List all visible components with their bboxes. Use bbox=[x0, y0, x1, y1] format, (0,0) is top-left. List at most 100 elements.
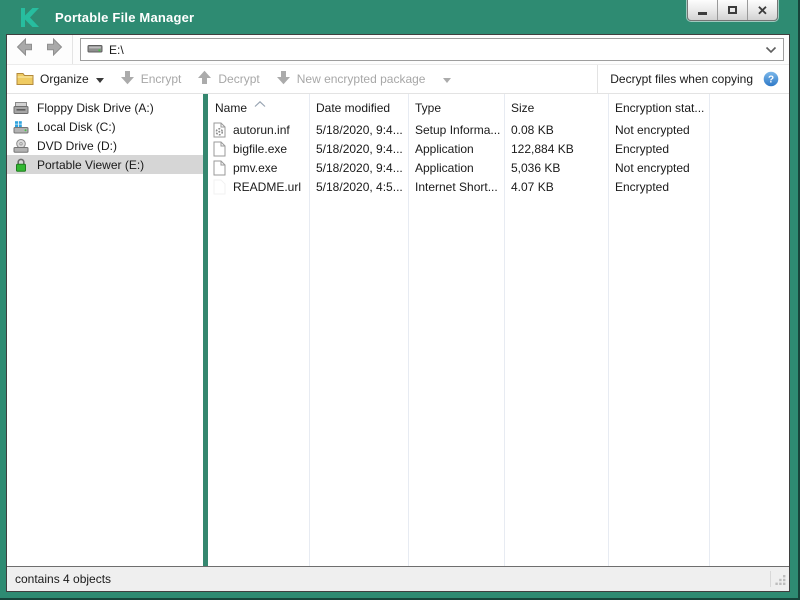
organize-button[interactable]: Organize bbox=[7, 65, 112, 93]
file-row[interactable]: README.url 5/18/2020, 4:5... Internet Sh… bbox=[208, 177, 789, 196]
file-icon bbox=[212, 160, 227, 176]
column-separator[interactable] bbox=[709, 94, 710, 566]
status-text: contains 4 objects bbox=[15, 572, 112, 586]
file-name: pmv.exe bbox=[233, 160, 278, 175]
column-header-date-modified[interactable]: Date modified bbox=[309, 101, 408, 120]
file-date: 5/18/2020, 9:4... bbox=[316, 160, 403, 175]
arrow-down-icon bbox=[276, 70, 291, 88]
file-row[interactable]: bigfile.exe 5/18/2020, 9:4... Applicatio… bbox=[208, 139, 789, 158]
file-date: 5/18/2020, 9:4... bbox=[316, 141, 403, 156]
address-input[interactable]: E:\ bbox=[109, 43, 765, 57]
sidebar-item-label: Portable Viewer (E:) bbox=[37, 157, 145, 172]
decrypt-button[interactable]: Decrypt bbox=[189, 65, 267, 93]
new-package-dropdown-caret-icon bbox=[443, 72, 452, 86]
file-encryption-status: Not encrypted bbox=[615, 122, 690, 137]
file-name: README.url bbox=[233, 179, 302, 194]
resize-grip[interactable] bbox=[775, 574, 787, 589]
dvd-drive-icon bbox=[13, 138, 29, 154]
column-header-encryption-status[interactable]: Encryption stat... bbox=[608, 101, 709, 120]
file-size: 0.08 KB bbox=[511, 122, 554, 137]
file-date: 5/18/2020, 4:5... bbox=[316, 179, 403, 194]
decrypt-when-copying-label: Decrypt files when copying bbox=[610, 72, 753, 86]
sidebar-item-label: Floppy Disk Drive (A:) bbox=[37, 100, 154, 115]
file-type: Setup Informa... bbox=[415, 122, 501, 137]
file-name: bigfile.exe bbox=[233, 141, 288, 156]
file-list-panel: Name Date modified Type Size Encryption … bbox=[208, 94, 789, 566]
arrow-down-icon bbox=[120, 70, 135, 88]
file-type: Application bbox=[415, 160, 474, 175]
close-icon: ✕ bbox=[757, 2, 768, 18]
hard-disk-icon bbox=[13, 119, 29, 135]
sort-ascending-icon bbox=[254, 96, 266, 110]
organize-dropdown-caret-icon bbox=[95, 72, 104, 86]
file-encryption-status: Not encrypted bbox=[615, 160, 690, 175]
file-size: 122,884 KB bbox=[511, 141, 574, 156]
file-encryption-status: Encrypted bbox=[615, 141, 670, 156]
decrypt-label: Decrypt bbox=[218, 72, 260, 86]
sidebar-item-floppy-a[interactable]: Floppy Disk Drive (A:) bbox=[7, 98, 203, 117]
minimize-button[interactable] bbox=[688, 0, 717, 20]
encrypt-label: Encrypt bbox=[140, 72, 182, 86]
column-header-type[interactable]: Type bbox=[408, 101, 504, 120]
floppy-drive-icon bbox=[13, 100, 29, 116]
titlebar[interactable]: Portable File Manager ✕ bbox=[0, 0, 800, 34]
file-list-header: Name Date modified Type Size Encryption … bbox=[208, 94, 789, 120]
main-area: Floppy Disk Drive (A:) Local Disk (C:) D… bbox=[7, 94, 789, 567]
file-row[interactable]: autorun.inf 5/18/2020, 9:4... Setup Info… bbox=[208, 120, 789, 139]
arrow-up-icon bbox=[197, 70, 212, 88]
column-separator[interactable] bbox=[504, 94, 505, 566]
status-separator bbox=[770, 571, 771, 587]
close-button[interactable]: ✕ bbox=[747, 0, 777, 20]
file-size: 5,036 KB bbox=[511, 160, 561, 175]
setup-file-icon bbox=[212, 122, 227, 138]
column-separator[interactable] bbox=[408, 94, 409, 566]
new-encrypted-package-button[interactable]: New encrypted package bbox=[268, 65, 460, 93]
svg-text:?: ? bbox=[768, 75, 774, 86]
window-content: E:\ Organize Encrypt Decrypt New encrypt… bbox=[6, 34, 790, 592]
window-controls: ✕ bbox=[687, 0, 778, 21]
drive-icon bbox=[87, 41, 103, 59]
maximize-icon bbox=[728, 6, 737, 14]
folder-icon bbox=[16, 71, 34, 88]
address-bar[interactable]: E:\ bbox=[80, 38, 784, 61]
toolbar: Organize Encrypt Decrypt New encrypted p… bbox=[7, 65, 789, 94]
maximize-button[interactable] bbox=[717, 0, 747, 20]
sidebar-item-dvd-d[interactable]: DVD Drive (D:) bbox=[7, 136, 203, 155]
drive-sidebar: Floppy Disk Drive (A:) Local Disk (C:) D… bbox=[7, 94, 203, 566]
toolbar-right: Decrypt files when copying ? bbox=[597, 65, 789, 93]
file-icon bbox=[212, 141, 227, 157]
sidebar-item-label: DVD Drive (D:) bbox=[37, 138, 117, 153]
new-encrypted-package-label: New encrypted package bbox=[296, 72, 426, 86]
column-header-size[interactable]: Size bbox=[504, 101, 608, 120]
window-title: Portable File Manager bbox=[55, 9, 195, 25]
sidebar-item-portable-e[interactable]: Portable Viewer (E:) bbox=[7, 155, 203, 174]
navigation-bar: E:\ bbox=[7, 35, 789, 65]
sidebar-item-local-c[interactable]: Local Disk (C:) bbox=[7, 117, 203, 136]
url-file-icon bbox=[212, 179, 227, 195]
nav-separator bbox=[72, 35, 73, 64]
sidebar-item-label: Local Disk (C:) bbox=[37, 119, 116, 134]
forward-button[interactable] bbox=[43, 37, 63, 61]
kaspersky-logo-icon bbox=[20, 7, 41, 27]
toolbar-separator bbox=[597, 65, 599, 93]
file-encryption-status: Encrypted bbox=[615, 179, 670, 194]
lock-icon bbox=[13, 157, 29, 173]
file-type: Application bbox=[415, 141, 474, 156]
file-date: 5/18/2020, 9:4... bbox=[316, 122, 403, 137]
file-row[interactable]: pmv.exe 5/18/2020, 9:4... Application 5,… bbox=[208, 158, 789, 177]
status-bar: contains 4 objects bbox=[7, 567, 789, 591]
file-name: autorun.inf bbox=[233, 122, 290, 137]
column-separator[interactable] bbox=[608, 94, 609, 566]
encrypt-button[interactable]: Encrypt bbox=[112, 65, 190, 93]
nav-buttons bbox=[7, 37, 72, 61]
organize-label: Organize bbox=[40, 72, 89, 86]
file-size: 4.07 KB bbox=[511, 179, 554, 194]
column-header-filler bbox=[709, 115, 789, 120]
column-separator[interactable] bbox=[309, 94, 310, 566]
help-button[interactable]: ? bbox=[763, 71, 779, 87]
app-window: Portable File Manager ✕ E:\ Organize Enc… bbox=[0, 0, 800, 600]
file-type: Internet Short... bbox=[415, 179, 498, 194]
back-button[interactable] bbox=[16, 37, 36, 61]
minimize-icon bbox=[698, 11, 707, 15]
address-dropdown-chevron-icon[interactable] bbox=[765, 41, 777, 59]
